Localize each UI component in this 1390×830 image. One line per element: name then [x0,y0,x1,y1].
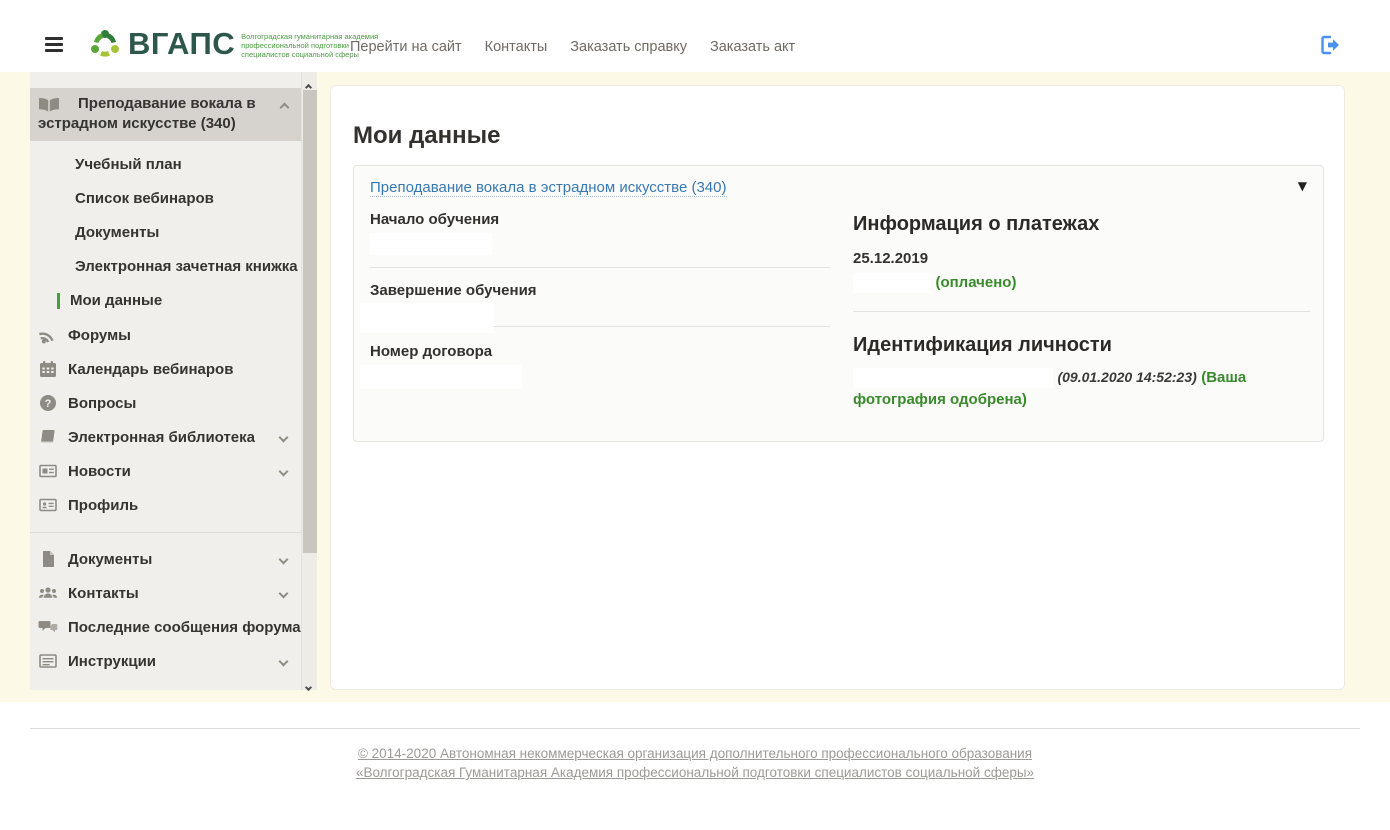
chevron-down-icon [279,555,289,565]
sidebar-item-profile[interactable]: Профиль [30,488,301,522]
logo-icon [88,27,122,61]
sidebar-item-documents[interactable]: Документы [30,542,301,576]
sidebar-item-documents-sub[interactable]: Документы [30,216,301,250]
sidebar-item-news[interactable]: Новости [30,454,301,488]
contacts-icon [38,583,58,603]
sidebar-item-webinar-calendar[interactable]: Календарь вебинаров [30,352,301,386]
redacted-value [370,233,492,255]
sidebar-divider [30,532,301,533]
news-icon [38,461,58,481]
chevron-down-icon [279,657,289,667]
forum-icon [38,325,58,345]
open-book-icon [38,97,60,113]
program-card-body: Начало обучения Завершение обучения Номе… [354,205,1323,441]
field-label: Номер договора [370,343,830,360]
identity-heading: Идентификация личности [853,334,1310,357]
sidebar-item-elibrary[interactable]: Электронная библиотека [30,420,301,454]
field-contract-number: Номер договора [370,327,830,394]
payments-heading: Информация о платежах [853,213,1310,236]
hamburger-bar [45,37,63,40]
main-panel: Мои данные Преподавание вокала в эстрадн… [330,85,1345,690]
page: ВГАПС Волгоградская гуманитарная академи… [0,0,1390,830]
chevron-down-icon [279,589,289,599]
footer-divider [30,728,1360,729]
footer: © 2014-2020 Автономная некоммерческая ор… [0,744,1390,782]
collapse-triangle-icon[interactable]: ▼ [1298,179,1307,193]
nav-link-contacts[interactable]: Контакты [485,39,548,55]
svg-text:?: ? [45,398,52,410]
calendar-icon [38,359,58,379]
program-link[interactable]: Преподавание вокала в эстрадном искусств… [370,179,727,197]
payments-identity-column: Информация о платежах 25.12.2019 (оплаче… [853,205,1310,411]
field-label: Начало обучения [370,211,830,228]
sidebar-item-forums[interactable]: Форумы [30,318,301,352]
chevron-down-icon [305,684,312,691]
top-nav: Перейти на сайт Контакты Заказать справк… [350,39,795,55]
redacted-value [853,273,931,293]
section-divider [853,311,1310,312]
redacted-value [360,365,522,389]
chevron-down-icon [279,433,289,443]
sidebar-item-instructions[interactable]: Инструкции [30,644,301,678]
content-area: Преподавание вокала в эстрадном искусств… [0,72,1390,702]
payment-line: (оплачено) [853,273,1310,293]
identity-timestamp: (09.01.2020 14:52:23) [1057,369,1196,385]
nav-link-order-act[interactable]: Заказать акт [710,39,795,55]
redacted-value [853,368,1053,388]
logo-text: ВГАПС [128,27,235,61]
payment-status: (оплачено) [935,274,1016,291]
sidebar-item-questions[interactable]: ? Вопросы [30,386,301,420]
payment-date: 25.12.2019 [853,250,1310,267]
footer-link-line1[interactable]: © 2014-2020 Автономная некоммерческая ор… [0,744,1390,763]
program-subnav: Учебный план Список вебинаров Документы … [30,148,301,318]
scroll-down-icon[interactable] [306,677,314,685]
program-title: Преподавание вокала в эстрадном искусств… [38,94,275,134]
program-card: Преподавание вокала в эстрадном искусств… [353,165,1324,442]
logout-icon[interactable] [1318,34,1340,56]
field-label: Завершение обучения [370,282,830,299]
nav-link-order-certificate[interactable]: Заказать справку [570,39,687,55]
hamburger-icon[interactable] [45,37,63,52]
library-icon [38,427,58,447]
page-title: Мои данные [353,122,1344,150]
field-start-date: Начало обучения [370,205,830,268]
nav-link-site[interactable]: Перейти на сайт [350,39,462,55]
logo[interactable]: ВГАПС Волгоградская гуманитарная академи… [88,27,378,61]
training-fields-column: Начало обучения Завершение обучения Номе… [370,205,830,411]
sidebar-item-gradebook[interactable]: Электронная зачетная книжка [30,250,301,284]
sidebar-main-nav: Форумы Календар [30,318,301,522]
messages-icon [38,617,58,637]
documents-icon [38,549,58,569]
header: ВГАПС Волгоградская гуманитарная академи… [0,0,1390,72]
sidebar-item-latest-forum-messages[interactable]: Последние сообщения форума [30,610,301,644]
question-icon: ? [38,393,58,413]
sidebar-program-header[interactable]: Преподавание вокала в эстрадном искусств… [30,88,301,141]
sidebar: Преподавание вокала в эстрадном искусств… [30,72,301,690]
field-end-date: Завершение обучения [370,268,830,327]
footer-link-line2[interactable]: «Волгоградская Гуманитарная Академия про… [0,763,1390,782]
chevron-up-icon [280,103,290,113]
redacted-value [360,303,494,333]
sidebar-item-my-data[interactable]: Мои данные [30,284,301,318]
identity-line: (09.01.2020 14:52:23) (Ваша фотография о… [853,366,1310,411]
sidebar-item-webinar-list[interactable]: Список вебинаров [30,182,301,216]
profile-icon [38,495,58,515]
sidebar-item-curriculum[interactable]: Учебный план [30,148,301,182]
sidebar-scrollbar[interactable] [301,72,317,690]
sidebar-bottom-nav: Документы Контакты [30,542,301,678]
instructions-icon [38,651,58,671]
program-card-header: Преподавание вокала в эстрадном искусств… [354,166,1323,205]
scroll-up-icon[interactable] [306,77,314,85]
chevron-down-icon [279,467,289,477]
scrollbar-thumb[interactable] [303,90,317,553]
sidebar-item-contacts[interactable]: Контакты [30,576,301,610]
hamburger-bar [45,49,63,52]
hamburger-bar [45,43,63,46]
